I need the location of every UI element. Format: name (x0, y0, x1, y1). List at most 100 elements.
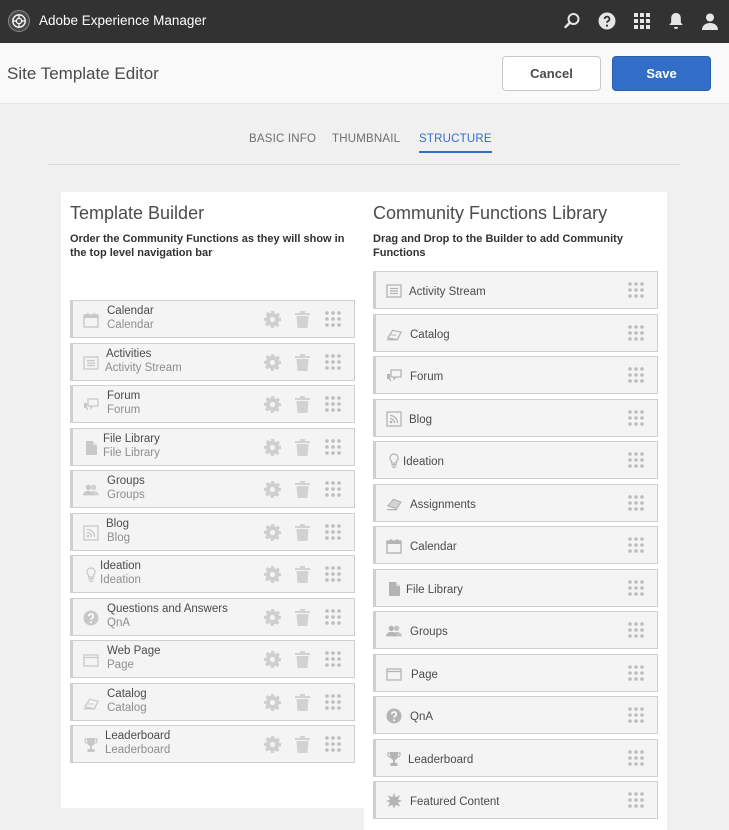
drag-handle-icon[interactable] (324, 438, 342, 456)
library-function-item[interactable]: Featured Content (373, 781, 658, 819)
delete-trash-icon[interactable] (295, 311, 310, 328)
library-function-item[interactable]: Page (373, 654, 658, 692)
library-function-item[interactable]: Groups (373, 611, 658, 649)
library-function-item[interactable]: QnA (373, 696, 658, 734)
library-function-item[interactable]: Calendar (373, 526, 658, 564)
app-title[interactable]: Adobe Experience Manager (39, 13, 206, 28)
drag-handle-icon[interactable] (324, 523, 342, 541)
calendar-icon (386, 538, 402, 554)
builder-row[interactable]: Catalog Catalog (70, 683, 355, 721)
user-profile-icon[interactable] (700, 11, 720, 31)
builder-row-type: Groups (107, 489, 145, 501)
drag-handle-icon[interactable] (627, 749, 645, 767)
delete-trash-icon[interactable] (295, 524, 310, 541)
top-navigation-bar: Adobe Experience Manager (0, 0, 729, 43)
drag-handle-icon[interactable] (324, 608, 342, 626)
drag-handle-icon[interactable] (324, 353, 342, 371)
builder-row[interactable]: Groups Groups (70, 470, 355, 508)
library-function-item[interactable]: Assignments (373, 484, 658, 522)
drag-handle-icon[interactable] (627, 579, 645, 597)
chat-icon (386, 368, 402, 384)
builder-row[interactable]: File Library File Library (70, 428, 355, 466)
drag-handle-icon[interactable] (627, 409, 645, 427)
library-function-item[interactable]: Leaderboard (373, 739, 658, 777)
editor-tabs: BASIC INFO THUMBNAIL STRUCTURE (48, 104, 680, 165)
builder-row-name: File Library (103, 433, 160, 445)
builder-row[interactable]: Ideation Ideation (70, 555, 355, 593)
delete-trash-icon[interactable] (295, 354, 310, 371)
file-icon (386, 581, 402, 597)
settings-gear-icon[interactable] (264, 566, 281, 583)
list-icon (83, 355, 99, 371)
settings-gear-icon[interactable] (264, 736, 281, 753)
drag-handle-icon[interactable] (324, 650, 342, 668)
drag-handle-icon[interactable] (324, 693, 342, 711)
drag-handle-icon[interactable] (627, 324, 645, 342)
drag-handle-icon[interactable] (627, 281, 645, 299)
drag-handle-icon[interactable] (324, 310, 342, 328)
library-function-item[interactable]: Catalog (373, 314, 658, 352)
library-item-label: Featured Content (410, 796, 500, 808)
builder-row[interactable]: Leaderboard Leaderboard (70, 725, 355, 763)
drag-handle-icon[interactable] (627, 621, 645, 639)
builder-row[interactable]: Questions and Answers QnA (70, 598, 355, 636)
settings-gear-icon[interactable] (264, 524, 281, 541)
settings-gear-icon[interactable] (264, 311, 281, 328)
library-function-item[interactable]: Forum (373, 356, 658, 394)
chat-icon (83, 397, 99, 413)
builder-row-name: Calendar (107, 305, 154, 317)
settings-gear-icon[interactable] (264, 651, 281, 668)
cancel-button[interactable]: Cancel (502, 56, 601, 91)
tab-structure[interactable]: STRUCTURE (419, 133, 492, 153)
delete-trash-icon[interactable] (295, 651, 310, 668)
builder-row[interactable]: Forum Forum (70, 385, 355, 423)
settings-gear-icon[interactable] (264, 694, 281, 711)
builder-row[interactable]: Blog Blog (70, 513, 355, 551)
delete-trash-icon[interactable] (295, 439, 310, 456)
drag-handle-icon[interactable] (627, 536, 645, 554)
drag-handle-icon[interactable] (627, 706, 645, 724)
drag-handle-icon[interactable] (324, 565, 342, 583)
save-button[interactable]: Save (612, 56, 711, 91)
builder-row[interactable]: Calendar Calendar (70, 300, 355, 338)
blog-icon (386, 411, 402, 427)
delete-trash-icon[interactable] (295, 396, 310, 413)
settings-gear-icon[interactable] (264, 481, 281, 498)
settings-gear-icon[interactable] (264, 396, 281, 413)
library-function-item[interactable]: Ideation (373, 441, 658, 479)
library-function-item[interactable]: Activity Stream (373, 271, 658, 309)
star-burst-icon (386, 793, 402, 809)
library-function-item[interactable]: Blog (373, 399, 658, 437)
library-item-label: Calendar (410, 541, 457, 553)
drag-handle-icon[interactable] (627, 451, 645, 469)
aem-logo-icon[interactable] (8, 10, 30, 32)
builder-row-name: Ideation (100, 560, 141, 572)
library-description: Drag and Drop to the Builder to add Comm… (373, 233, 623, 259)
drag-handle-icon[interactable] (324, 480, 342, 498)
help-icon[interactable] (597, 11, 617, 31)
notifications-bell-icon[interactable] (666, 11, 686, 31)
drag-handle-icon[interactable] (627, 366, 645, 384)
settings-gear-icon[interactable] (264, 439, 281, 456)
drag-handle-icon[interactable] (627, 494, 645, 512)
tab-thumbnail[interactable]: THUMBNAIL (332, 133, 400, 145)
settings-gear-icon[interactable] (264, 609, 281, 626)
delete-trash-icon[interactable] (295, 694, 310, 711)
settings-gear-icon[interactable] (264, 354, 281, 371)
builder-row[interactable]: Activities Activity Stream (70, 343, 355, 381)
search-icon[interactable] (562, 11, 582, 31)
tab-basic-info[interactable]: BASIC INFO (249, 133, 316, 145)
builder-row-name: Forum (107, 390, 141, 402)
drag-handle-icon[interactable] (324, 395, 342, 413)
drag-handle-icon[interactable] (627, 791, 645, 809)
delete-trash-icon[interactable] (295, 736, 310, 753)
apps-grid-icon[interactable] (632, 11, 652, 31)
drag-handle-icon[interactable] (324, 735, 342, 753)
drag-handle-icon[interactable] (627, 664, 645, 682)
library-item-label: QnA (410, 711, 434, 723)
delete-trash-icon[interactable] (295, 609, 310, 626)
builder-row[interactable]: Web Page Page (70, 640, 355, 678)
delete-trash-icon[interactable] (295, 481, 310, 498)
library-function-item[interactable]: File Library (373, 569, 658, 607)
delete-trash-icon[interactable] (295, 566, 310, 583)
